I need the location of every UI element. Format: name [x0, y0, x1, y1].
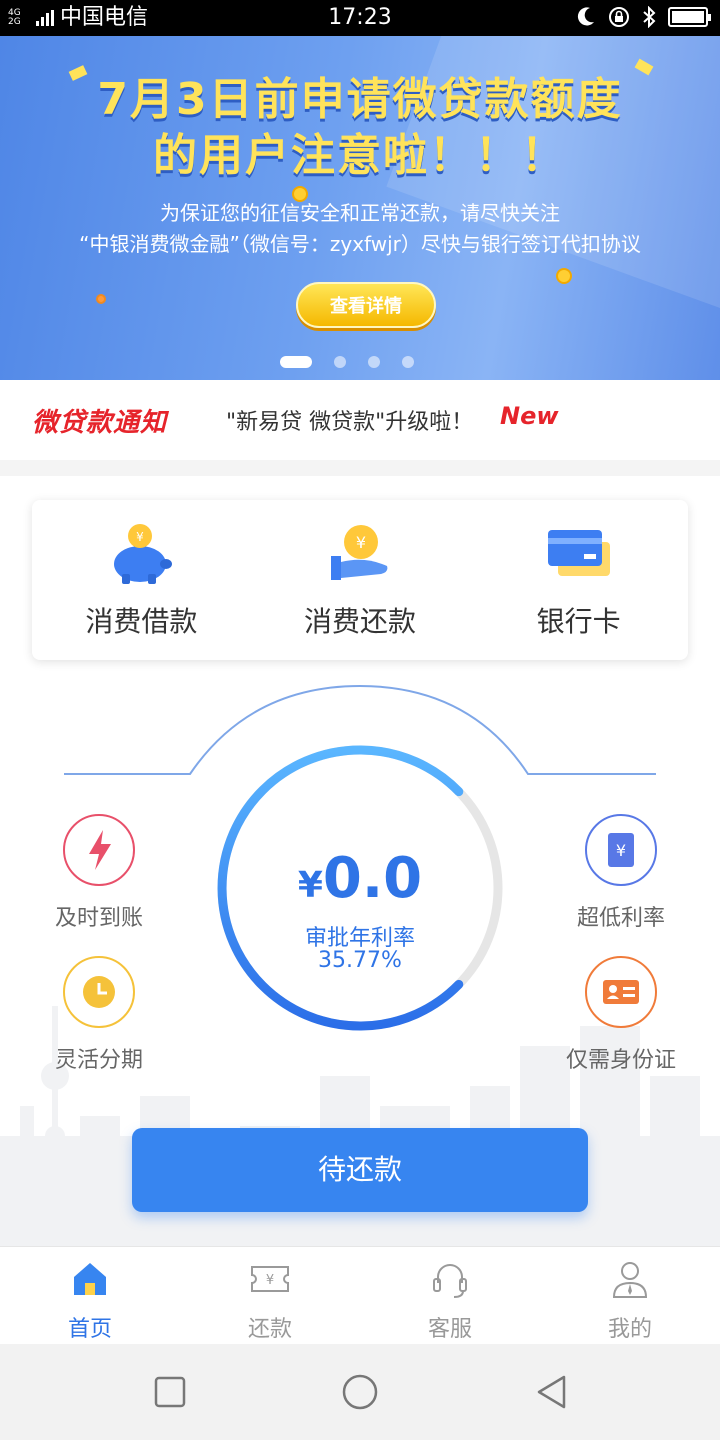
amount-value: 0.0: [322, 846, 423, 911]
carousel-indicator: [280, 356, 414, 368]
ticket-yen-icon: ¥: [251, 1266, 289, 1292]
person-icon: [612, 1262, 648, 1298]
status-right: [576, 6, 711, 28]
coin-decoration: [96, 294, 106, 304]
quick-action-label: 消费借款: [85, 605, 198, 638]
banner-title-line2: 的用户注意啦！！！: [153, 130, 567, 181]
pending-repayment-button[interactable]: 待还款: [132, 1128, 588, 1212]
system-nav-bar: [0, 1344, 720, 1440]
battery-icon: [668, 7, 711, 27]
quick-action-label: 消费还款: [304, 605, 417, 638]
rate-value: 35.77%: [318, 948, 402, 973]
feature-id-only: 仅需身份证: [546, 956, 696, 1074]
id-card-icon: [603, 980, 639, 1004]
quick-action-loan[interactable]: ¥ 消费借款: [32, 500, 251, 660]
status-bar: 4G 2G 中国电信 17:23: [0, 0, 720, 36]
new-badge: New: [500, 402, 559, 430]
quick-action-bank-card[interactable]: 银行卡: [469, 500, 688, 660]
promo-banner[interactable]: 7月3日前申请微贷款额度 的用户注意啦！！！ 为保证您的征信安全和正常还款，请尽…: [0, 36, 720, 380]
tab-mine[interactable]: 我的: [540, 1247, 720, 1344]
tab-label: 还款: [247, 1317, 292, 1342]
feature-label: 及时到账: [54, 906, 143, 931]
credit-amount: ¥0.0: [210, 846, 510, 911]
svg-text:¥: ¥: [616, 841, 626, 860]
svg-text:¥: ¥: [137, 530, 145, 544]
svg-text:¥: ¥: [266, 1273, 274, 1288]
moon-icon: [577, 7, 594, 26]
back-icon[interactable]: [534, 1374, 570, 1410]
tab-label: 我的: [607, 1317, 652, 1342]
quick-action-label: 银行卡: [536, 605, 621, 638]
feature-flexible-installment: 灵活分期: [24, 956, 174, 1074]
hand-coin-icon: ¥: [331, 525, 388, 580]
feature-label: 灵活分期: [54, 1048, 143, 1073]
home-nav-icon[interactable]: [342, 1374, 378, 1410]
rotation-lock-icon: [609, 7, 629, 27]
carousel-dot[interactable]: [402, 356, 414, 368]
quick-action-repay[interactable]: ¥ 消费还款: [251, 500, 470, 660]
bottom-tab-bar: 首页 ¥ 还款 客服 我的: [0, 1246, 720, 1344]
notice-logo: 微贷款通知: [32, 408, 168, 438]
tab-home[interactable]: 首页: [0, 1247, 180, 1344]
view-details-button[interactable]: 查看详情: [296, 282, 436, 328]
feature-icon-circle: [585, 956, 657, 1028]
carousel-dot[interactable]: [368, 356, 380, 368]
tab-label: 首页: [67, 1317, 112, 1342]
svg-text:¥: ¥: [356, 533, 366, 552]
tab-label: 客服: [427, 1317, 472, 1342]
feature-low-rate: ¥ 超低利率: [546, 814, 696, 932]
piggy-bank-icon: ¥: [114, 524, 173, 584]
clock-icon: [83, 976, 115, 1008]
currency-symbol: ¥: [297, 865, 323, 906]
bank-card-icon: [547, 530, 610, 576]
carousel-dot[interactable]: [334, 356, 346, 368]
coin-decoration: [556, 268, 572, 284]
recents-icon[interactable]: [152, 1374, 188, 1410]
feature-label: 超低利率: [576, 906, 665, 931]
notice-text[interactable]: "新易贷 微贷款"升级啦！: [226, 404, 473, 436]
feature-icon-circle: [63, 956, 135, 1028]
lightning-icon: [89, 830, 111, 870]
banner-subtitle-line1: 为保证您的征信安全和正常还款，请尽快关注: [160, 201, 560, 225]
bluetooth-icon: [643, 6, 656, 28]
feature-icon-circle: [63, 814, 135, 886]
home-icon: [74, 1263, 106, 1295]
quick-actions-card: ¥ 消费借款 ¥ 消费还款 银行卡: [32, 500, 688, 660]
yen-document-icon: ¥: [608, 833, 634, 867]
carousel-dot-active[interactable]: [280, 356, 312, 368]
banner-subtitle-line2: “中银消费微金融”（微信号：zyxfwjr）尽快与银行签订代扣协议: [79, 232, 641, 256]
tab-service[interactable]: 客服: [360, 1247, 540, 1344]
feature-instant-arrival: 及时到账: [24, 814, 174, 932]
feature-label: 仅需身份证: [565, 1048, 676, 1073]
headset-icon: [433, 1264, 467, 1298]
notice-bar[interactable]: 微贷款通知 "新易贷 微贷款"升级啦！ New: [0, 380, 720, 460]
banner-title-line1: 7月3日前申请微贷款额度: [97, 74, 623, 125]
main-content: ¥ 消费借款 ¥ 消费还款 银行卡 ¥0.0 审批年利率 35.77% 及时到账…: [0, 476, 720, 1246]
tab-repay[interactable]: ¥ 还款: [180, 1247, 360, 1344]
feature-icon-circle: ¥: [585, 814, 657, 886]
